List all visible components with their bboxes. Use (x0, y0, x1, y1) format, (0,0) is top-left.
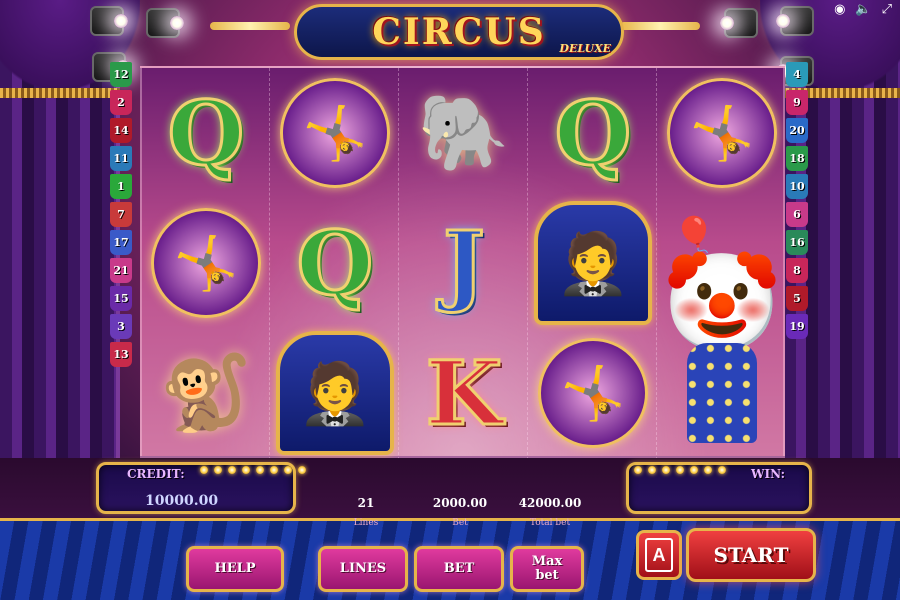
reel-2: 🤸 Q 🤵 (271, 68, 399, 460)
ringmaster-symbol-icon: 🤵 (534, 201, 652, 325)
payline-marker[interactable]: 21 (110, 258, 132, 283)
payline-marker[interactable]: 16 (786, 230, 808, 255)
fullscreen-icon[interactable]: ⤢ (882, 2, 892, 17)
max-bet-label-line2: bet (535, 568, 559, 583)
symbol-q: Q (553, 80, 633, 187)
reel-cell: 🐒 (142, 328, 270, 458)
payline-marker[interactable]: 13 (110, 342, 132, 367)
payline-marker[interactable]: 3 (110, 314, 132, 339)
reel-cell: Q (142, 68, 270, 198)
payline-marker[interactable]: 19 (786, 314, 808, 339)
ringmaster-symbol-icon: 🤵 (276, 331, 394, 455)
payline-marker[interactable]: 12 (110, 62, 132, 87)
reel-cell: 🐘 (400, 68, 528, 198)
reel-area: Q 🤸 🐒 🤸 Q 🤵 🐘 J K Q 🤵 🤸 🤸 🎈 🤡 (140, 66, 786, 460)
left-payline-markers: 12 2 14 11 1 7 17 21 15 3 13 (110, 62, 132, 367)
reel-1: Q 🤸 🐒 (142, 68, 270, 460)
clown-suit (687, 343, 757, 443)
game-logo: CIRCUS DELUXE (294, 4, 624, 60)
spotlight-icon (90, 6, 128, 36)
payline-marker[interactable]: 8 (786, 258, 808, 283)
payline-marker[interactable]: 4 (786, 62, 808, 87)
symbol-k: K (424, 340, 504, 447)
reel-cell: Q (271, 198, 399, 328)
reel-3: 🐘 J K (400, 68, 528, 460)
reel-cell: 🎈 🤡 (658, 198, 786, 460)
total-bet-label: Total bet (529, 518, 571, 528)
payline-marker[interactable]: 18 (786, 146, 808, 171)
acrobat-symbol-icon: 🤸 (151, 208, 261, 318)
spotlight-icon (146, 8, 184, 38)
monkey-symbol-icon: 🐒 (159, 349, 253, 436)
reel-cell: Q (529, 68, 657, 198)
sound-icon[interactable]: 🔈 (855, 2, 871, 17)
start-button[interactable]: START (686, 528, 816, 582)
logo-subtitle: DELUXE (559, 42, 611, 55)
credit-label: CREDIT: (127, 467, 185, 481)
casino-chip-icon[interactable]: ◉ (834, 2, 845, 17)
acrobat-symbol-icon: 🤸 (538, 338, 648, 448)
symbol-q: Q (166, 80, 246, 187)
help-button[interactable]: HELP (186, 546, 284, 592)
win-bulbs (634, 466, 726, 474)
clown-symbol-icon: 🎈 🤡 (662, 204, 782, 454)
reel-cell: 🤵 (529, 198, 657, 328)
spotlight-icon (724, 8, 758, 38)
right-pennant (620, 22, 700, 30)
left-curtain-fringe (0, 88, 120, 98)
acrobat-symbol-icon: 🤸 (667, 78, 777, 188)
payline-marker[interactable]: 17 (110, 230, 132, 255)
reel-cell: K (400, 328, 528, 458)
payline-marker[interactable]: 5 (786, 286, 808, 311)
reel-5: 🤸 🎈 🤡 (658, 68, 786, 460)
autoplay-icon: A (645, 538, 673, 572)
game-stage: ◉ 🔈 ⤢ CIRCUS DELUXE 12 2 14 11 1 7 17 21 15 3 13 4… (0, 0, 900, 600)
bet-value: 2000.00 (432, 496, 488, 510)
credit-bulbs (200, 466, 306, 474)
reel-cell: 🤵 (271, 328, 399, 458)
max-bet-button[interactable]: Max bet (510, 546, 584, 592)
left-pennant (210, 22, 290, 30)
reel-cell: J (400, 198, 528, 328)
reel-cell: 🤸 (142, 198, 270, 328)
reel-cell: 🤸 (658, 68, 786, 198)
payline-marker[interactable]: 2 (110, 90, 132, 115)
payline-marker[interactable]: 1 (110, 174, 132, 199)
reel-cell: 🤸 (271, 68, 399, 198)
win-label: WIN: (751, 467, 786, 481)
top-icons-bar: ◉ 🔈 ⤢ (834, 2, 892, 17)
bet-button[interactable]: BET (414, 546, 504, 592)
payline-marker[interactable]: 9 (786, 90, 808, 115)
bet-label: Bet (452, 518, 468, 528)
logo-title: CIRCUS (372, 11, 546, 53)
payline-marker[interactable]: 7 (110, 202, 132, 227)
credit-value: 10000.00 (145, 493, 219, 509)
total-bet-value: 42000.00 (518, 496, 582, 510)
clown-face-icon: 🤡 (662, 247, 782, 359)
autoplay-button[interactable]: A (636, 530, 682, 580)
payline-marker[interactable]: 15 (110, 286, 132, 311)
payline-marker[interactable]: 6 (786, 202, 808, 227)
payline-marker[interactable]: 20 (786, 118, 808, 143)
payline-marker[interactable]: 10 (786, 174, 808, 199)
symbol-q: Q (295, 210, 375, 317)
reel-cell: 🤸 (529, 328, 657, 458)
payline-marker[interactable]: 11 (110, 146, 132, 171)
lines-value: 21 (357, 496, 375, 510)
lines-label: Lines (353, 518, 379, 528)
lines-button[interactable]: LINES (318, 546, 408, 592)
acrobat-symbol-icon: 🤸 (280, 78, 390, 188)
reel-4: Q 🤵 🤸 (529, 68, 657, 460)
spotlight-icon (780, 6, 814, 36)
max-bet-label-line1: Max (531, 554, 563, 570)
payline-marker[interactable]: 14 (110, 118, 132, 143)
symbol-j: J (442, 210, 487, 317)
elephant-symbol-icon: 🐘 (417, 89, 511, 176)
right-payline-markers: 4 9 20 18 10 6 16 8 5 19 (786, 62, 808, 339)
